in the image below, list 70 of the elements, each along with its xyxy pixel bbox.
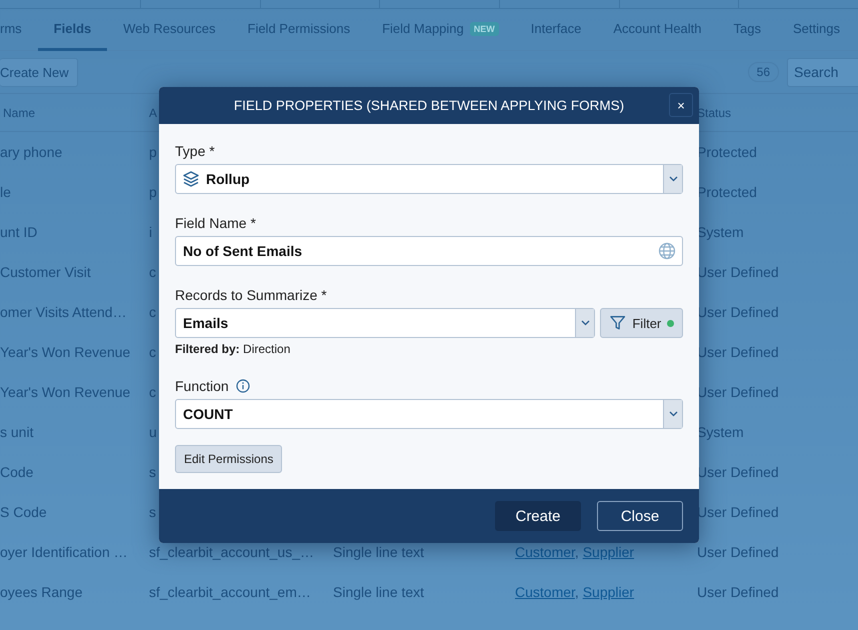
form-link[interactable]: Customer: [515, 584, 575, 600]
table-cell: S Code: [0, 504, 47, 520]
search-field[interactable]: Search: [787, 58, 858, 86]
form-link[interactable]: Customer: [515, 544, 575, 560]
filter-summary: Filtered by: Direction: [175, 342, 292, 356]
type-select[interactable]: Rollup: [175, 164, 683, 194]
table-cell: System: [697, 224, 744, 240]
new-badge: NEW: [470, 22, 499, 36]
table-cell: unt ID: [0, 224, 38, 240]
table-cell: oyees Range: [0, 584, 83, 600]
records-select[interactable]: Emails: [175, 308, 595, 338]
column-header: Name: [2, 106, 36, 120]
table-cell: le: [0, 184, 11, 200]
table-cell: ary phone: [0, 144, 62, 160]
tab[interactable]: Fields: [38, 9, 108, 51]
dropdown-button[interactable]: [663, 400, 682, 428]
form-link[interactable]: Supplier: [582, 584, 634, 600]
tab[interactable]: Field Mapping NEW: [366, 9, 515, 51]
caret-icon: [580, 320, 590, 326]
table-cell: User Defined: [697, 544, 779, 560]
column-header: Status: [697, 106, 732, 120]
separator: ,: [574, 544, 580, 560]
dropdown-button[interactable]: [575, 309, 594, 337]
table-cell: sf_clearbit_account_em…: [149, 584, 311, 600]
form-link[interactable]: Supplier: [582, 544, 634, 560]
tab[interactable]: Account Health: [597, 9, 718, 51]
table-cell: Year's Won Revenue: [0, 384, 130, 400]
table-cell: User Defined: [697, 584, 779, 600]
separator: ,: [574, 584, 580, 600]
table-cell: oyer Identification …: [0, 544, 128, 560]
tab[interactable]: Interface: [514, 9, 598, 51]
table-cell: u: [149, 424, 157, 440]
table-cell: omer Visits Attend…: [0, 304, 127, 320]
function-select[interactable]: COUNT: [175, 399, 683, 429]
field-label: Field Name *: [175, 215, 257, 231]
table-cell: System: [697, 424, 744, 440]
table-cell: c: [149, 384, 156, 400]
tab[interactable]: Settings: [776, 9, 856, 51]
filter-button[interactable]: Filter: [600, 308, 683, 338]
field-label: Records to Summarize *: [175, 287, 328, 303]
table-cell: s: [149, 504, 156, 520]
close-button[interactable]: ×: [669, 93, 693, 117]
tab[interactable]: Web Resources: [107, 9, 232, 51]
field-label: Function: [175, 378, 229, 394]
dialog-title: FIELD PROPERTIES (SHARED BETWEEN APPLYING FORMS): [234, 98, 624, 113]
layers-icon: [182, 170, 200, 188]
table-cell: sf_clearbit_account_us_…: [149, 544, 314, 560]
edit-permissions-button[interactable]: Edit Permissions: [175, 445, 282, 473]
table-cell: Single line text: [333, 584, 424, 600]
table-cell: Single line text: [333, 544, 424, 560]
field-label: Type *: [175, 143, 216, 159]
count-badge: 56: [748, 62, 779, 82]
table-cell: Year's Won Revenue: [0, 344, 130, 360]
table-cell: Code: [0, 464, 34, 480]
tab[interactable]: rms: [0, 9, 38, 51]
table-cell: Customer Visit: [0, 264, 91, 280]
info-icon: [236, 379, 250, 393]
create-new-button[interactable]: Create New: [0, 58, 78, 86]
field-name-input[interactable]: No of Sent Emails: [175, 236, 683, 266]
tab[interactable]: Field Permissions: [232, 9, 366, 51]
table-cell: s unit: [0, 424, 34, 440]
close-button[interactable]: Close: [597, 501, 683, 531]
tab[interactable]: Tags: [718, 9, 777, 51]
caret-icon: [668, 176, 678, 182]
table-cell: s: [149, 464, 156, 480]
caret-icon: [668, 411, 678, 417]
globe-icon: [658, 242, 676, 260]
dropdown-button[interactable]: [663, 165, 682, 193]
create-button[interactable]: Create: [495, 501, 581, 531]
funnel-icon: [609, 314, 626, 332]
